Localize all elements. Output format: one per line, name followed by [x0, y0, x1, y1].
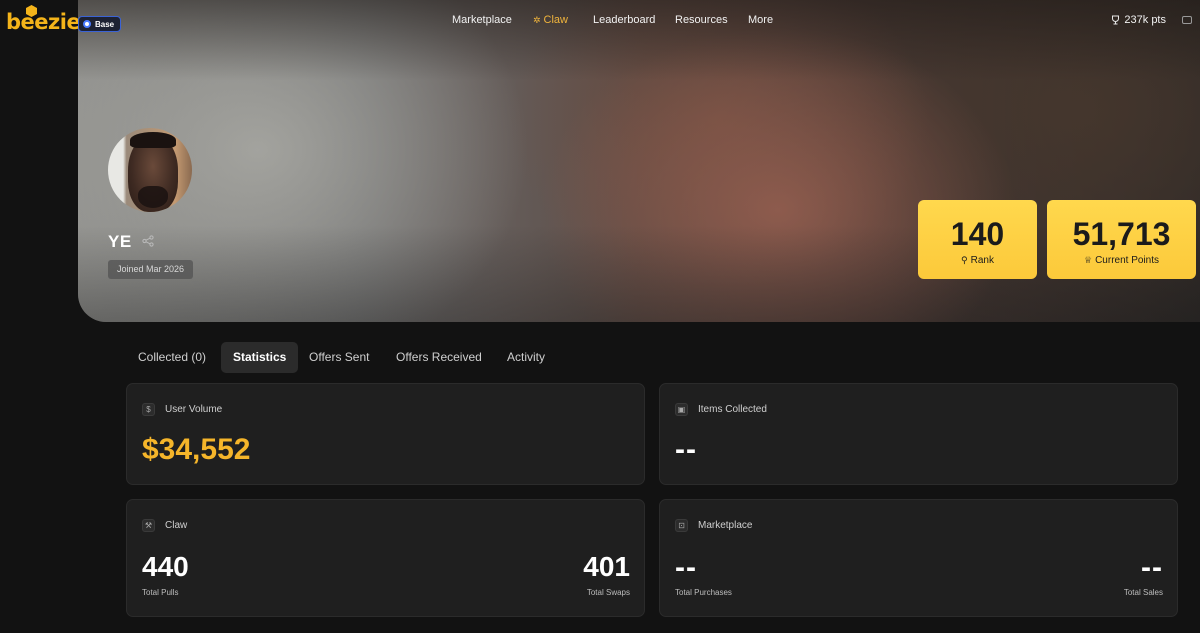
trophy-small-icon: ♕	[1084, 255, 1093, 265]
nav-claw[interactable]: ✲ Claw	[533, 12, 568, 28]
total-pulls-value: 440	[142, 551, 189, 582]
marketplace-panel: ⊡ Marketplace -- Total Purchases -- Tota…	[659, 499, 1178, 617]
total-swaps-label: Total Swaps	[586, 588, 630, 597]
rank-label-row: ⚲ Rank	[918, 254, 1037, 267]
rank-value: 140	[950, 216, 1005, 252]
nav-claw-label: Claw	[543, 14, 568, 26]
total-purchases-label: Total Purchases	[675, 588, 732, 597]
nav-leaderboard[interactable]: Leaderboard	[593, 12, 655, 28]
joined-date-badge: Joined Mar 2026	[108, 260, 194, 279]
marketplace-title: Marketplace	[698, 520, 753, 531]
nav-resources[interactable]: Resources	[675, 12, 728, 28]
claw-sparkle-icon: ✲	[533, 15, 541, 25]
tab-offers-sent[interactable]: Offers Sent	[297, 342, 381, 373]
medal-icon: ⚲	[961, 255, 968, 265]
bag-icon: ⊡	[675, 519, 688, 532]
total-purchases-value: --	[675, 551, 697, 584]
trophy-icon	[1112, 15, 1120, 25]
claw-title: Claw	[165, 520, 188, 531]
total-pulls-label: Total Pulls	[142, 588, 179, 597]
claw-icon: ⚒	[142, 519, 155, 532]
avatar-hair	[130, 132, 176, 148]
username: YE	[108, 232, 132, 251]
avatar	[108, 128, 192, 212]
user-volume-title: User Volume	[165, 404, 223, 415]
avatar-beard	[138, 186, 168, 208]
current-points-label-row: ♕ Current Points	[1047, 254, 1196, 267]
current-points-label: Current Points	[1095, 255, 1159, 266]
items-collected-panel: ▣ Items Collected --	[659, 383, 1178, 485]
current-points-value: 51,713	[1072, 216, 1171, 252]
tab-collected[interactable]: Collected (0)	[126, 342, 218, 373]
total-swaps-value: 401	[583, 551, 630, 582]
user-volume-panel: $ User Volume $34,552	[126, 383, 645, 485]
wallet-icon[interactable]	[1182, 16, 1192, 24]
main-nav: Marketplace ✲ Claw Leaderboard Resources …	[0, 12, 1200, 28]
user-volume-value: $34,552	[142, 433, 251, 466]
rank-label: Rank	[970, 255, 994, 266]
nav-marketplace[interactable]: Marketplace	[452, 12, 512, 28]
tab-offers-received[interactable]: Offers Received	[384, 342, 494, 373]
items-collected-value: --	[675, 433, 697, 466]
points-display[interactable]: 237k pts	[1111, 12, 1166, 28]
claw-panel: ⚒ Claw 440 Total Pulls 401 Total Swaps	[126, 499, 645, 617]
tab-activity[interactable]: Activity	[495, 342, 557, 373]
total-sales-label: Total Sales	[1123, 588, 1163, 597]
total-sales-value: --	[1141, 551, 1163, 584]
nav-more[interactable]: More	[748, 12, 773, 28]
rank-card: 140 ⚲ Rank	[918, 200, 1037, 279]
share-icon[interactable]	[142, 235, 154, 247]
points-value: 237k pts	[1124, 14, 1166, 26]
lock-icon: ▣	[675, 403, 688, 416]
dollar-icon: $	[142, 403, 155, 416]
items-collected-title: Items Collected	[698, 404, 767, 415]
tab-statistics[interactable]: Statistics	[221, 342, 299, 373]
points-card: 51,713 ♕ Current Points	[1047, 200, 1196, 279]
